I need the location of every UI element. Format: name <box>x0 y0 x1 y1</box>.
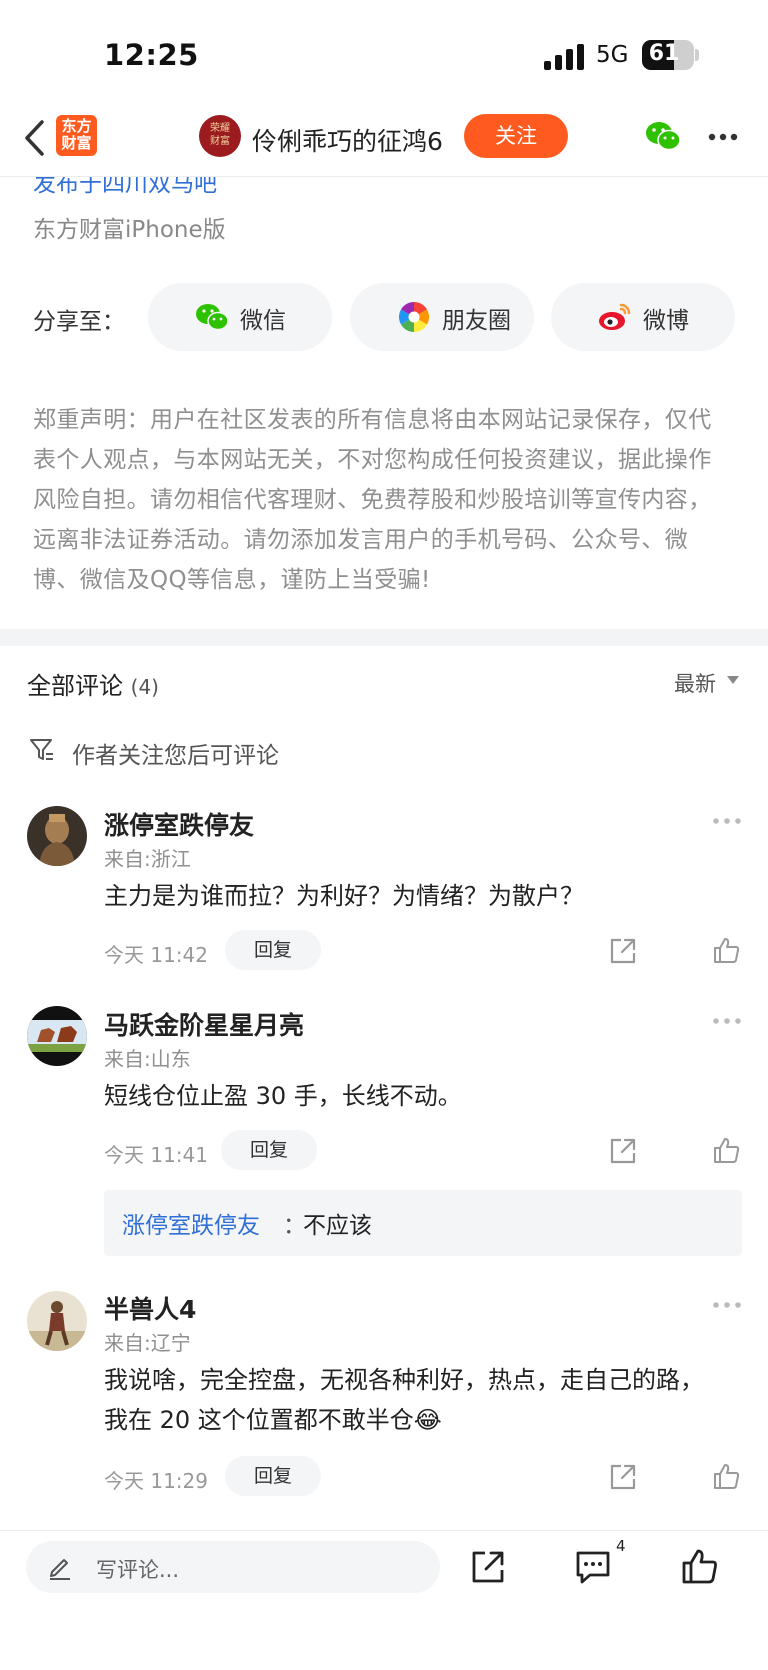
share-weibo-label: 微博 <box>643 308 689 334</box>
pencil-icon <box>50 1559 70 1580</box>
comment-time: 今天 11:41 <box>104 1143 208 1167</box>
share-comment-icon[interactable] <box>609 1137 637 1165</box>
comment-time: 今天 11:42 <box>104 943 208 967</box>
comment-avatar[interactable] <box>27 1006 87 1066</box>
section-divider <box>0 629 768 646</box>
platform-label: 东方财富iPhone版 <box>33 217 226 243</box>
comment-input[interactable]: 写评论... <box>26 1541 440 1593</box>
avatar-statue-image <box>27 806 87 866</box>
wechat-icon[interactable] <box>644 120 682 152</box>
comment-time: 今天 11:29 <box>104 1469 208 1493</box>
sort-dropdown-icon[interactable] <box>727 676 739 684</box>
comment-more-icon[interactable] <box>712 1301 742 1309</box>
status-time: 12:25 <box>104 38 199 72</box>
app-logo[interactable]: 东方 财富 <box>56 115 97 156</box>
battery-level: 61 <box>648 41 680 66</box>
battery-icon: 61 <box>642 40 694 70</box>
follow-button[interactable]: 关注 <box>464 114 568 158</box>
like-icon[interactable] <box>712 936 740 964</box>
like-icon[interactable] <box>712 1462 740 1490</box>
sub-reply[interactable]: 涨停室跌停友 ： 不应该 <box>104 1190 742 1256</box>
comment-location: 来自:辽宁 <box>104 1331 191 1355</box>
disclaimer-text: 郑重声明：用户在社区发表的所有信息将由本网站记录保存，仅代表个人观点，与本网站无… <box>33 407 712 593</box>
comments-count: (4) <box>130 675 159 699</box>
sub-reply-username[interactable]: 涨停室跌停友 <box>122 1206 260 1240</box>
share-comment-icon[interactable] <box>609 937 637 965</box>
avatar-horses-image <box>27 1006 87 1066</box>
battery-tip <box>695 49 699 61</box>
comment-text: 主力是为谁而拉？为利好？为情绪？为散户？ <box>104 882 584 910</box>
wechat-icon <box>196 304 229 331</box>
avatar-warrior-image <box>27 1291 87 1351</box>
comment-text: 我说啥，完全控盘，无视各种利好，热点，走自己的路，我在 20 这个位置都不敢半仓… <box>104 1366 704 1434</box>
comment-username[interactable]: 涨停室跌停友 <box>104 806 254 842</box>
more-icon[interactable] <box>708 133 738 141</box>
share-moments-button[interactable]: 朋友圈 <box>350 283 534 351</box>
comment-avatar[interactable] <box>27 806 87 866</box>
comments-title-label: 全部评论 <box>27 672 123 700</box>
filter-icon <box>30 739 53 760</box>
network-type: 5G <box>596 42 629 68</box>
comment-avatar[interactable] <box>27 1291 87 1351</box>
comment-more-icon[interactable] <box>712 817 742 825</box>
comment-username[interactable]: 半兽人4 <box>104 1290 196 1326</box>
comment-icon[interactable] <box>574 1549 612 1585</box>
share-moments-label: 朋友圈 <box>442 308 511 334</box>
reply-button[interactable]: 回复 <box>225 930 321 970</box>
like-icon[interactable] <box>712 1136 740 1164</box>
share-weibo-button[interactable]: 微博 <box>551 283 735 351</box>
comments-title: 全部评论 (4) <box>27 666 159 701</box>
reply-button[interactable]: 回复 <box>225 1456 321 1496</box>
comment-permission-notice: 作者关注您后可评论 <box>72 743 279 769</box>
comment-location: 来自:山东 <box>104 1047 191 1071</box>
share-label: 分享至： <box>33 309 125 335</box>
comment-count-badge: 4 <box>616 1537 626 1555</box>
comment-more-icon[interactable] <box>712 1017 742 1025</box>
share-wechat-label: 微信 <box>240 308 286 334</box>
bottom-action-bar: 写评论... 4 <box>0 1530 768 1670</box>
author-avatar[interactable]: 荣耀 财富 <box>199 115 241 157</box>
reply-button[interactable]: 回复 <box>221 1130 317 1170</box>
signal-icon <box>544 44 584 70</box>
author-name[interactable]: 伶俐乖巧的征鸿6 <box>252 122 443 158</box>
weibo-icon <box>599 303 631 330</box>
comment-text: 短线仓位止盈 30 手，长线不动。 <box>104 1082 462 1110</box>
moments-icon <box>398 302 430 332</box>
back-arrow-icon[interactable] <box>22 118 46 158</box>
share-comment-icon[interactable] <box>609 1463 637 1491</box>
comment-username[interactable]: 马跃金阶星星月亮 <box>104 1006 304 1042</box>
sort-selector[interactable]: 最新 <box>674 668 716 698</box>
comment-location: 来自:浙江 <box>104 847 191 871</box>
sub-reply-text: 不应该 <box>303 1213 372 1239</box>
top-nav-bar: 东方 财富 荣耀 财富 伶俐乖巧的征鸿6 关注 <box>0 100 768 177</box>
like-icon[interactable] <box>680 1547 718 1585</box>
share-icon[interactable] <box>470 1549 506 1585</box>
share-wechat-button[interactable]: 微信 <box>148 283 332 351</box>
comment-input-placeholder: 写评论... <box>96 1558 180 1582</box>
